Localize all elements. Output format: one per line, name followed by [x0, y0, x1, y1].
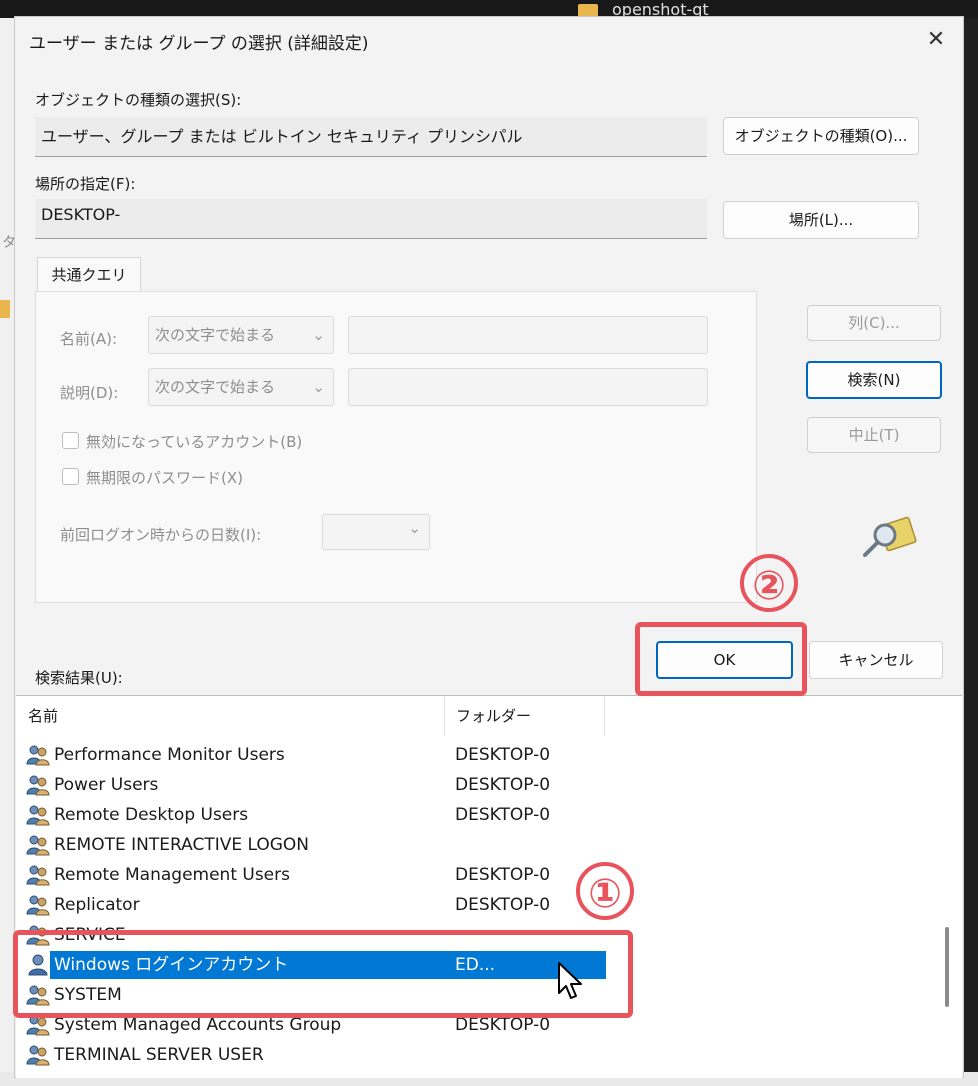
group-icon — [26, 865, 50, 886]
select-users-dialog: ユーザー または グループ の選択 (詳細設定) ✕ オブジェクトの種類の選択(… — [14, 16, 964, 1078]
disabled-accounts-checkbox[interactable] — [62, 432, 79, 449]
location-label: 場所の指定(F): — [35, 175, 136, 193]
results-scrollbar[interactable] — [945, 927, 949, 1007]
tab-common-queries[interactable]: 共通クエリ — [37, 257, 141, 293]
table-row[interactable]: Remote Management Users DESKTOP-0 — [24, 860, 604, 890]
stop-button[interactable]: 中止(T) — [807, 417, 941, 453]
row-name: Replicator — [54, 895, 140, 915]
title-bar[interactable]: ユーザー または グループ の選択 (詳細設定) ✕ — [15, 17, 963, 67]
description-condition-value: 次の文字で始まる — [155, 378, 276, 396]
annotation-ok-highlight — [635, 622, 807, 696]
row-folder: DESKTOP-0 — [455, 895, 551, 915]
locations-button[interactable]: 場所(L)... — [723, 201, 919, 239]
table-row[interactable]: Performance Monitor Users DESKTOP-0 — [24, 740, 604, 770]
nonexpiring-password-label: 無期限のパスワード(X) — [86, 469, 243, 487]
description-condition-select[interactable]: 次の文字で始まる ⌄ — [148, 368, 334, 406]
columns-button[interactable]: 列(C)... — [807, 305, 941, 341]
results-label: 検索結果(U): — [35, 669, 123, 687]
annotation-selection-highlight — [13, 930, 633, 1018]
table-row[interactable]: Replicator DESKTOP-0 — [24, 890, 604, 920]
table-row[interactable]: Remote Desktop Users DESKTOP-0 — [24, 800, 604, 830]
object-type-label: オブジェクトの種類の選択(S): — [35, 91, 242, 109]
object-types-button[interactable]: オブジェクトの種類(O)... — [723, 117, 919, 155]
chevron-down-icon: ⌄ — [408, 519, 421, 537]
group-icon — [26, 895, 50, 916]
name-condition-select[interactable]: 次の文字で始まる ⌄ — [148, 316, 334, 354]
background-window-left — [0, 18, 14, 1086]
row-name: Performance Monitor Users — [54, 745, 285, 765]
dialog-title: ユーザー または グループ の選択 (詳細設定) — [29, 34, 369, 54]
row-name: REMOTE INTERACTIVE LOGON — [54, 835, 309, 855]
row-name: Power Users — [54, 775, 159, 795]
name-condition-value: 次の文字で始まる — [155, 326, 276, 344]
row-folder: DESKTOP-0 — [455, 805, 551, 825]
chevron-down-icon: ⌄ — [312, 326, 325, 344]
column-divider[interactable] — [604, 696, 605, 736]
description-label: 説明(D): — [60, 384, 119, 402]
row-name: TERMINAL SERVER USER — [54, 1045, 264, 1065]
object-type-field: ユーザー、グループ または ビルトイン セキュリティ プリンシパル — [35, 117, 707, 157]
background-window-right — [964, 18, 978, 1086]
disabled-accounts-label: 無効になっているアカウント(B) — [86, 433, 303, 451]
nonexpiring-password-checkbox[interactable] — [62, 468, 79, 485]
group-icon — [26, 835, 50, 856]
row-name: Remote Desktop Users — [54, 805, 249, 825]
row-folder: DESKTOP-0 — [455, 775, 551, 795]
search-magnifier-icon — [863, 516, 917, 557]
column-header-name[interactable]: 名前 — [28, 696, 58, 736]
group-icon — [26, 745, 50, 766]
group-icon — [26, 1045, 50, 1066]
mouse-cursor-icon — [558, 962, 582, 999]
table-row[interactable]: TERMINAL SERVER USER — [24, 1040, 604, 1070]
description-input[interactable] — [348, 368, 708, 406]
days-since-logon-label: 前回ログオン時からの日数(I): — [60, 526, 262, 544]
days-since-logon-select[interactable]: ⌄ — [322, 514, 430, 550]
location-field: DESKTOP- — [35, 199, 707, 239]
row-folder: DESKTOP-0 — [455, 865, 551, 885]
group-icon — [26, 775, 50, 796]
row-folder: DESKTOP-0 — [455, 745, 551, 765]
annotation-step-1: ① — [576, 862, 634, 920]
common-queries-panel: 名前(A): 次の文字で始まる ⌄ 説明(D): 次の文字で始まる ⌄ 無効にな… — [35, 291, 757, 603]
cancel-button[interactable]: キャンセル — [809, 641, 943, 679]
annotation-step-2: ② — [740, 554, 798, 612]
search-results-list[interactable]: 名前 フォルダー Performance Monitor Users DESKTO… — [16, 695, 962, 1078]
chevron-down-icon: ⌄ — [312, 378, 325, 396]
name-input[interactable] — [348, 316, 708, 354]
group-icon — [26, 805, 50, 826]
search-button[interactable]: 検索(N) — [806, 361, 942, 399]
table-row[interactable]: REMOTE INTERACTIVE LOGON — [24, 830, 604, 860]
column-divider[interactable] — [444, 696, 445, 736]
table-row[interactable]: Power Users DESKTOP-0 — [24, 770, 604, 800]
row-name: Remote Management Users — [54, 865, 290, 885]
name-label: 名前(A): — [60, 330, 118, 348]
column-header-folder[interactable]: フォルダー — [456, 696, 531, 736]
background-folder-icon — [0, 300, 10, 318]
close-icon[interactable]: ✕ — [919, 23, 953, 57]
